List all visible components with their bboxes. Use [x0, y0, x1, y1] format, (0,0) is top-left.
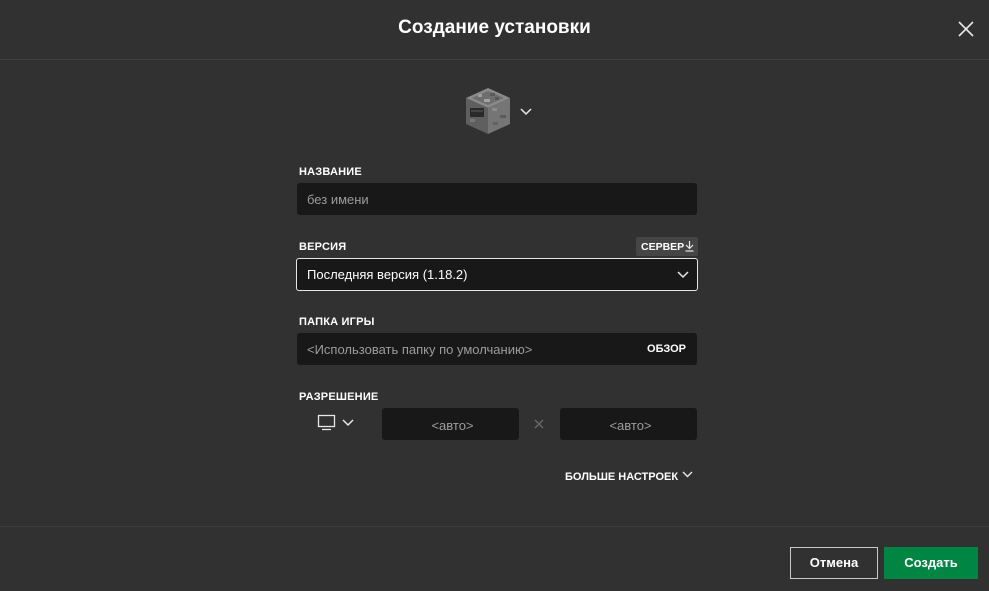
furnace-block-icon: [466, 88, 510, 134]
installation-icon-picker[interactable]: [464, 86, 534, 138]
game-folder-placeholder: <Использовать папку по умолчанию>: [307, 342, 533, 357]
browse-button[interactable]: ОБЗОР: [647, 343, 686, 355]
name-input[interactable]: [297, 183, 697, 215]
resolution-label: РАЗРЕШЕНИЕ: [299, 391, 379, 403]
chevron-down-icon: [342, 419, 354, 427]
name-label: НАЗВАНИЕ: [299, 166, 362, 178]
version-select[interactable]: Последняя версия (1.18.2): [296, 258, 698, 291]
footer-divider: [0, 526, 989, 527]
create-button[interactable]: Создать: [884, 547, 978, 579]
game-folder-field[interactable]: <Использовать папку по умолчанию> ОБЗОР: [297, 333, 697, 365]
chevron-down-icon: [682, 471, 693, 478]
resolution-width-field: [382, 408, 523, 442]
monitor-icon: [317, 414, 336, 431]
server-download-button[interactable]: СЕРВЕР: [636, 237, 698, 256]
resolution-preset-dropdown[interactable]: [314, 413, 358, 433]
version-select-value: Последняя версия (1.18.2): [307, 267, 468, 282]
more-settings-label: БОЛЬШЕ НАСТРОЕК: [565, 471, 679, 483]
download-icon: [685, 241, 694, 252]
game-folder-label: ПАПКА ИГРЫ: [299, 316, 375, 328]
more-settings-toggle[interactable]: БОЛЬШЕ НАСТРОЕК: [565, 467, 693, 483]
chevron-down-icon: [520, 108, 532, 116]
resolution-width-input[interactable]: [382, 408, 523, 442]
resolution-height-field: [560, 408, 701, 442]
name-field-container: [297, 183, 697, 215]
close-icon: [958, 21, 974, 37]
cancel-button[interactable]: Отмена: [790, 547, 878, 579]
dialog-title: Создание установки: [398, 17, 591, 38]
server-button-label: СЕРВЕР: [641, 241, 685, 253]
chevron-down-icon: [677, 271, 689, 279]
close-button[interactable]: [956, 19, 976, 39]
times-icon: [534, 419, 544, 429]
resolution-height-input[interactable]: [560, 408, 701, 442]
dialog-header: Создание установки: [0, 0, 989, 60]
version-label: ВЕРСИЯ: [299, 241, 347, 253]
